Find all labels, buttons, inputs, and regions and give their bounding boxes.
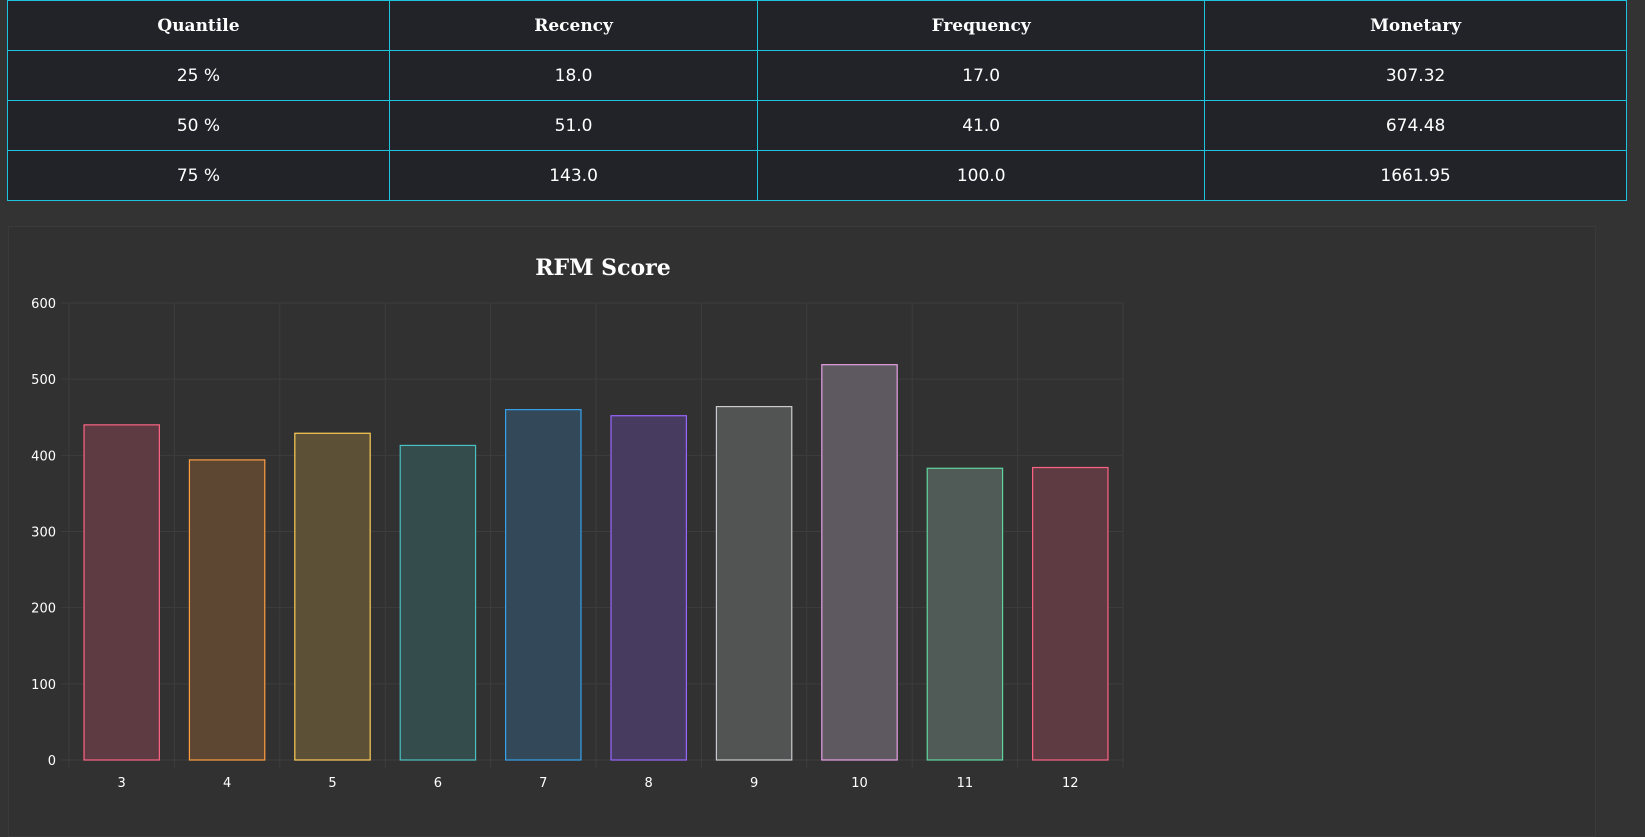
bar	[715, 405, 793, 761]
rfm-score-bar-chart: RFM Score 0 100 200 300 400 500 600 3 4 5 6 7 8 9 10 1…	[31, 255, 1124, 791]
y-tick-label: 200	[31, 602, 56, 617]
table-cell: 100.0	[757, 150, 1206, 201]
table-header-row: Quantile Recency Frequency Monetary	[7, 0, 1627, 51]
table-cell: 25 %	[7, 50, 390, 101]
y-tick-label: 500	[31, 373, 56, 388]
table-cell: 50 %	[7, 100, 390, 151]
table-cell: 143.0	[388, 150, 759, 201]
column-header-recency: Recency	[388, 0, 759, 51]
column-header-quantile: Quantile	[7, 0, 390, 51]
y-tick-label: 400	[31, 449, 56, 464]
x-tick-label: 7	[539, 776, 547, 791]
bar	[294, 432, 371, 761]
page: Quantile Recency Frequency Monetary 25 %…	[0, 0, 1645, 837]
y-axis-ticks: 0 100 200 300 400 500 600	[31, 297, 56, 769]
y-tick-label: 300	[31, 526, 56, 541]
chart-panel: RFM Score 0 100 200 300 400 500 600 3 4 5 6 7 8 9 10 1…	[8, 226, 1596, 837]
bar	[821, 364, 898, 761]
x-tick-label: 8	[645, 776, 653, 791]
x-axis-ticks: 3 4 5 6 7 8 9 10 11 12	[118, 776, 1079, 791]
quantile-table: Quantile Recency Frequency Monetary 25 %…	[7, 0, 1627, 201]
y-tick-label: 600	[31, 297, 56, 312]
x-tick-label: 6	[434, 776, 442, 791]
column-header-monetary: Monetary	[1204, 0, 1627, 51]
x-tick-label: 4	[223, 776, 231, 791]
y-tick-label: 100	[31, 678, 56, 693]
x-tick-label: 12	[1062, 776, 1079, 791]
table-cell: 17.0	[757, 50, 1206, 101]
bar	[83, 424, 160, 761]
bar	[399, 444, 477, 761]
bar	[505, 409, 582, 761]
table-cell: 307.32	[1204, 50, 1627, 101]
y-tick-label: 0	[48, 754, 56, 769]
x-tick-label: 10	[851, 776, 868, 791]
bar	[1032, 466, 1109, 761]
table-cell: 18.0	[388, 50, 759, 101]
x-tick-label: 3	[118, 776, 126, 791]
table-cell: 75 %	[7, 150, 390, 201]
table-row: 50 % 51.0 41.0 674.48	[7, 100, 1627, 151]
table-cell: 674.48	[1204, 100, 1627, 151]
bar	[610, 415, 687, 761]
x-tick-label: 9	[750, 776, 758, 791]
column-header-frequency: Frequency	[757, 0, 1206, 51]
table-cell: 41.0	[757, 100, 1206, 151]
bar	[188, 459, 266, 761]
table-cell: 1661.95	[1204, 150, 1627, 201]
table-cell: 51.0	[388, 100, 759, 151]
x-tick-label: 5	[328, 776, 336, 791]
table-row: 75 % 143.0 100.0 1661.95	[7, 150, 1627, 201]
chart-title: RFM Score	[535, 255, 670, 281]
x-tick-label: 11	[957, 776, 974, 791]
table-row: 25 % 18.0 17.0 307.32	[7, 50, 1627, 101]
bar	[926, 467, 1004, 761]
